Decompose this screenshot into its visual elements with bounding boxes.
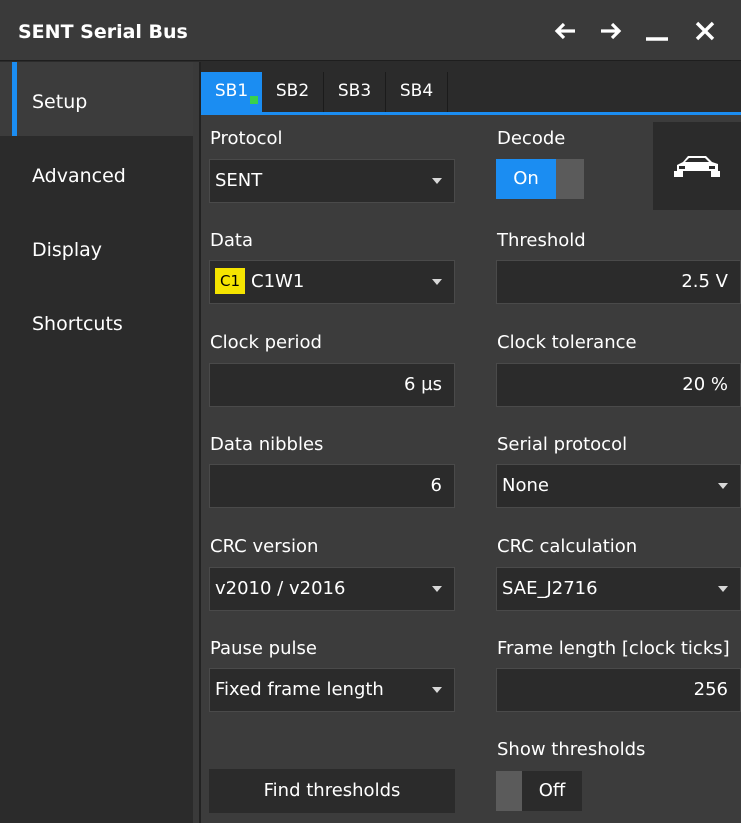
protocol-select[interactable]: SENT: [209, 159, 455, 203]
toggle-knob: [496, 771, 522, 811]
tab-sb4[interactable]: SB4: [386, 72, 448, 112]
find-thresholds-button[interactable]: Find thresholds: [209, 769, 455, 813]
show-thresholds-state: Off: [522, 771, 582, 811]
sidebar-item-display[interactable]: Display: [0, 210, 193, 284]
frame-length-field[interactable]: 256: [496, 668, 741, 712]
data-source-value: C1W1: [251, 271, 305, 292]
chevron-down-icon: [718, 586, 728, 592]
arrow-left-icon[interactable]: [548, 14, 582, 48]
toggle-knob: [556, 159, 584, 199]
chevron-down-icon: [432, 586, 442, 592]
tab-sb2[interactable]: SB2: [262, 72, 324, 112]
sidebar: Setup Advanced Display Shortcuts: [0, 62, 193, 823]
data-nibbles-label: Data nibbles: [210, 434, 324, 455]
crc-version-select[interactable]: v2010 / v2016: [209, 567, 455, 611]
crc-calculation-select[interactable]: SAE_J2716: [496, 567, 741, 611]
show-thresholds-toggle[interactable]: Off: [496, 771, 584, 811]
frame-length-label: Frame length [clock ticks]: [497, 638, 730, 659]
decode-label: Decode: [497, 128, 566, 149]
protocol-value: SENT: [215, 170, 263, 191]
chevron-down-icon: [718, 483, 728, 489]
clock-tolerance-field[interactable]: 20 %: [496, 363, 741, 407]
sidebar-item-shortcuts[interactable]: Shortcuts: [0, 284, 193, 358]
car-icon-button[interactable]: [653, 122, 741, 210]
crc-version-value: v2010 / v2016: [215, 578, 346, 599]
crc-version-label: CRC version: [210, 536, 319, 557]
data-nibbles-field[interactable]: 6: [209, 464, 455, 508]
clock-period-label: Clock period: [210, 332, 322, 353]
clock-tolerance-label: Clock tolerance: [497, 332, 637, 353]
window-title: SENT Serial Bus: [18, 21, 188, 43]
clock-period-field[interactable]: 6 µs: [209, 363, 455, 407]
pause-pulse-label: Pause pulse: [210, 638, 317, 659]
pause-pulse-value: Fixed frame length: [215, 679, 384, 700]
sidebar-item-setup[interactable]: Setup: [0, 62, 193, 136]
channel-badge: C1: [215, 267, 246, 294]
active-bus-indicator: [250, 96, 258, 104]
chevron-down-icon: [432, 279, 442, 285]
crc-calculation-value: SAE_J2716: [502, 578, 598, 599]
decode-toggle[interactable]: On: [496, 159, 584, 199]
threshold-field[interactable]: 2.5 V: [496, 260, 741, 304]
arrow-right-icon[interactable]: [594, 14, 628, 48]
serial-protocol-label: Serial protocol: [497, 434, 628, 455]
setup-panel: SB1 SB2 SB3 SB4 Protocol SENT Decode On …: [201, 62, 741, 823]
threshold-label: Threshold: [497, 230, 586, 251]
minimize-icon[interactable]: [640, 14, 674, 48]
serial-protocol-select[interactable]: None: [496, 464, 741, 508]
chevron-down-icon: [432, 178, 442, 184]
pause-pulse-select[interactable]: Fixed frame length: [209, 668, 455, 712]
tab-sb3[interactable]: SB3: [324, 72, 386, 112]
sidebar-item-advanced[interactable]: Advanced: [0, 136, 193, 210]
protocol-label: Protocol: [210, 128, 283, 149]
tab-sb1[interactable]: SB1: [201, 72, 262, 112]
serial-protocol-value: None: [502, 475, 549, 496]
car-icon: [674, 156, 720, 177]
title-bar: SENT Serial Bus: [0, 0, 741, 61]
chevron-down-icon: [432, 687, 442, 693]
data-source-select[interactable]: C1 C1W1: [209, 260, 455, 304]
show-thresholds-label: Show thresholds: [497, 739, 646, 760]
data-label: Data: [210, 230, 253, 251]
serial-bus-tabs: SB1 SB2 SB3 SB4: [201, 62, 741, 115]
crc-calculation-label: CRC calculation: [497, 536, 638, 557]
tab-label: SB1: [214, 81, 249, 101]
decode-state: On: [496, 159, 556, 199]
close-icon[interactable]: [688, 14, 722, 48]
